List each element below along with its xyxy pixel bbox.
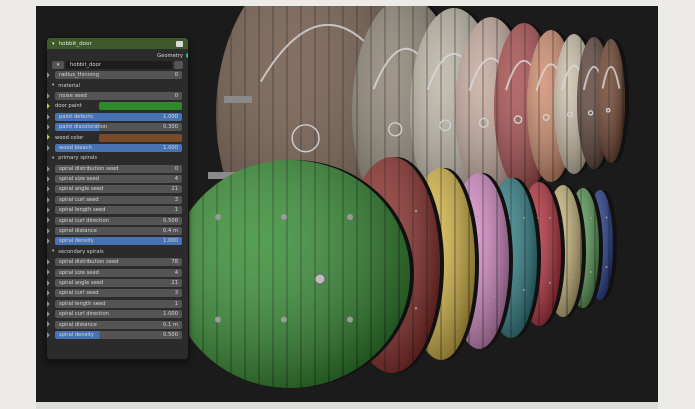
input-radius-thinning: radius_thinning 0 [47,70,188,80]
input-socket[interactable] [47,165,50,172]
wood-bleach-field[interactable]: wood bleach 1.000 [55,143,182,152]
spiral-input-row: spiral angle seed 21 [47,278,188,288]
input-socket[interactable] [47,321,50,328]
input-socket[interactable] [47,259,50,265]
spiral-value-field[interactable]: spiral size seed 4 [55,175,182,184]
output-label: Geometry [157,52,183,59]
spiral-value-field[interactable]: spiral curl direction 1.000 [55,310,182,319]
object-type-icon[interactable]: ▾ [52,61,64,69]
output-socket-row: Geometry [47,51,188,60]
panel-secondary-spirals[interactable]: ▾ secondary spirals [47,247,188,257]
wood-color-label: wood color [55,134,84,141]
paint-discoloration-field[interactable]: paint discoloration 0.300 [55,123,182,132]
input-wood-color: wood color [47,132,188,142]
spiral-input-row: spiral length seed 1 [47,205,188,215]
door-knob [314,273,326,285]
input-socket[interactable] [47,176,50,182]
input-paint-discoloration: paint discoloration 0.300 [47,122,188,132]
input-socket[interactable] [47,228,50,234]
geometry-output-socket[interactable] [186,53,188,58]
input-socket[interactable] [47,279,50,286]
painted-doors-row [170,157,617,388]
input-socket[interactable] [47,238,50,245]
spiral-input-row: spiral curl direction 0.500 [47,215,188,225]
input-socket[interactable] [47,217,50,224]
frame-bottom-bar [36,402,658,409]
input-paint-defects: paint defects 1.000 [47,112,188,122]
spiral-input-row: spiral density 0.500 [47,330,188,340]
spiral-value-field[interactable]: spiral distribution seed 0 [55,164,182,173]
painted-door [170,160,414,388]
panel-material[interactable]: ▾ material [47,80,188,90]
door-paint-label: door paint [55,103,82,110]
panel-primary-spirals[interactable]: ▾ primary spirals [47,153,188,163]
spiral-value-field[interactable]: spiral angle seed 21 [55,185,182,194]
input-noise-seed: noise seed 0 [47,91,188,101]
node-group-icon [176,40,183,47]
spiral-value-field[interactable]: spiral distribution seed 78 [55,258,182,267]
noise-seed-field[interactable]: noise seed 0 [55,91,182,100]
spiral-input-row: spiral angle seed 21 [47,184,188,194]
spiral-input-row: spiral distribution seed 78 [47,257,188,267]
input-socket[interactable] [47,311,50,317]
collapse-chevron-icon[interactable]: ▾ [52,41,55,47]
spiral-input-row: spiral distribution seed 0 [47,164,188,174]
spiral-input-row: spiral curl direction 1.000 [47,309,188,319]
secondary-spirals-inputs: spiral distribution seed 78 spiral size se… [47,257,188,340]
wood-color-swatch[interactable] [99,133,182,142]
spiral-value-field[interactable]: spiral length seed 1 [55,299,182,308]
spiral-value-field[interactable]: spiral density 0.500 [55,330,182,339]
input-socket[interactable] [47,113,50,120]
spiral-value-field[interactable]: spiral curl seed 3 [55,195,182,204]
input-socket[interactable] [47,72,50,78]
spiral-input-row: spiral size seed 4 [47,267,188,277]
radius-thinning-field[interactable]: radius_thinning 0 [55,71,182,80]
spiral-input-row: spiral curl seed 3 [47,195,188,205]
spiral-value-field[interactable]: spiral curl direction 0.500 [55,216,182,225]
spiral-value-field[interactable]: spiral distance 0.4 m [55,227,182,236]
spiral-value-field[interactable]: spiral size seed 4 [55,268,182,277]
input-socket[interactable] [47,300,50,307]
object-selector[interactable]: hobbit_door [66,61,172,69]
panel-chevron-icon[interactable]: ▾ [52,156,54,161]
input-socket[interactable] [47,331,50,338]
input-socket[interactable] [47,186,50,193]
input-wood-bleach: wood bleach 1.000 [47,143,188,153]
input-socket[interactable] [47,92,50,99]
spiral-input-row: spiral size seed 4 [47,174,188,184]
color-input-socket[interactable] [47,134,50,141]
wooden-door [597,39,629,163]
input-socket[interactable] [47,269,50,276]
door-paint-color-swatch[interactable] [99,102,182,111]
node-title: hobbit_door [58,40,92,47]
input-socket[interactable] [47,144,50,151]
spiral-input-row: spiral length seed 1 [47,299,188,309]
object-selector-row: ▾ hobbit_door [47,60,188,70]
spiral-value-field[interactable]: spiral distance 0.1 m [55,320,182,329]
spiral-input-row: spiral density 1.000 [47,236,188,246]
spiral-value-field[interactable]: spiral density 1.000 [55,237,182,246]
hinge [224,96,252,103]
node-header[interactable]: ▾ hobbit_door [47,38,188,49]
spiral-value-field[interactable]: spiral length seed 1 [55,206,182,215]
input-socket[interactable] [47,196,50,203]
paint-defects-field[interactable]: paint defects 1.000 [55,112,182,121]
spiral-input-row: spiral curl seed 3 [47,288,188,298]
color-input-socket[interactable] [47,103,50,110]
spiral-value-field[interactable]: spiral curl seed 3 [55,289,182,298]
geometry-node-panel[interactable]: ▾ hobbit_door Geometry ▾ hobbit_door rad… [46,37,189,360]
primary-spirals-inputs: spiral distribution seed 0 spiral size see… [47,164,188,247]
spiral-input-row: spiral distance 0.1 m [47,319,188,329]
fake-user-icon[interactable] [174,61,183,69]
panel-chevron-icon[interactable]: ▾ [52,249,54,254]
input-socket[interactable] [47,207,50,213]
input-socket[interactable] [47,290,50,297]
input-socket[interactable] [47,124,50,130]
input-door-paint: door paint [47,101,188,111]
panel-chevron-icon[interactable]: ▾ [52,83,54,88]
spiral-value-field[interactable]: spiral angle seed 21 [55,279,182,287]
spiral-input-row: spiral distance 0.4 m [47,226,188,236]
